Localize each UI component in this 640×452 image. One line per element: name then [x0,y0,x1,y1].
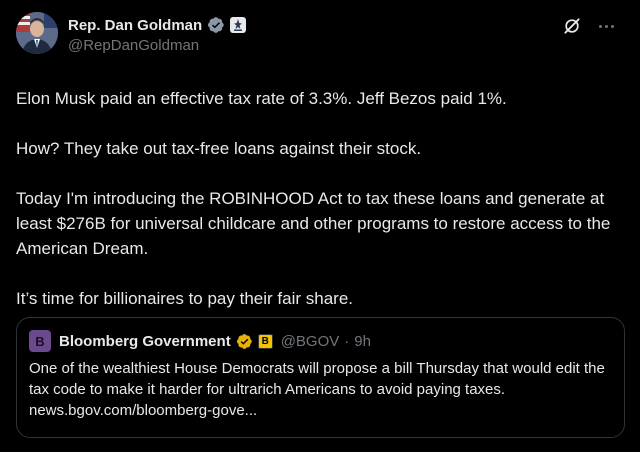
quoted-timestamp[interactable]: 9h [354,333,371,350]
tweet-paragraph: It’s time for billionaires to pay their … [16,289,353,308]
gold-verified-icon[interactable] [207,16,225,34]
tweet-paragraph: Elon Musk paid an effective tax rate of … [16,89,507,108]
grok-icon[interactable] [562,16,582,36]
quoted-author-avatar[interactable]: B [29,330,51,352]
tweet-paragraph: How? They take out tax-free loans agains… [16,139,422,158]
affiliate-badge-icon[interactable]: B [257,333,273,349]
author-avatar[interactable] [16,12,58,54]
tweet-header: Rep. Dan Goldman @RepDanGoldman [16,12,624,60]
author-handle[interactable]: @RepDanGoldman [68,37,199,54]
tweet-card[interactable]: Rep. Dan Goldman @RepDanGoldman Elon Mus… [0,0,640,452]
more-icon[interactable] [596,16,616,36]
tweet-paragraph: Today I'm introducing the ROBINHOOD Act … [16,189,611,258]
quoted-tweet-card[interactable]: B Bloomberg Government B @BGOV · 9h One … [16,317,625,438]
government-badge-icon[interactable] [230,17,247,33]
quoted-author-name[interactable]: Bloomberg Government [59,333,231,350]
gold-verified-icon[interactable] [236,333,253,350]
tweet-body: Elon Musk paid an effective tax rate of … [16,86,624,311]
avatar-photo-icon [16,12,58,54]
quoted-tweet-header: B Bloomberg Government B @BGOV · 9h [29,330,612,352]
author-name[interactable]: Rep. Dan Goldman [68,17,202,34]
quoted-author-handle[interactable]: @BGOV [281,333,340,350]
separator-dot: · [344,332,350,350]
author-name-row: Rep. Dan Goldman [68,15,247,35]
quoted-tweet-text: One of the wealthiest House Democrats wi… [29,360,605,419]
